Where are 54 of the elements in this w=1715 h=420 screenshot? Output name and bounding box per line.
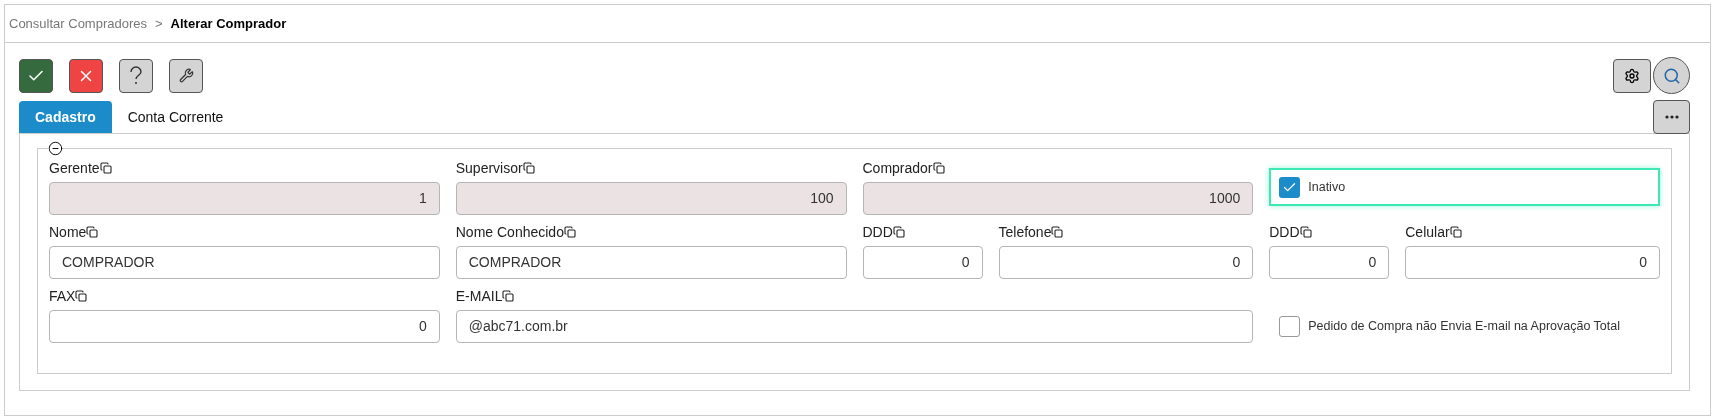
copy-icon[interactable] xyxy=(1449,226,1462,238)
more-icon xyxy=(1664,115,1679,119)
copy-icon[interactable] xyxy=(99,162,112,174)
field-label: DDD xyxy=(862,223,893,242)
copy-icon[interactable] xyxy=(892,226,905,238)
copy-icon[interactable] xyxy=(522,162,535,174)
breadcrumb-separator: > xyxy=(155,14,163,33)
cancel-button[interactable] xyxy=(69,58,103,93)
input-field[interactable]: 0 xyxy=(1269,246,1390,279)
field-label: DDD xyxy=(1269,223,1300,242)
input-field[interactable]: 100 xyxy=(455,182,847,215)
copy-icon[interactable] xyxy=(75,290,88,302)
field-label: FAX xyxy=(49,287,76,306)
copy-icon[interactable] xyxy=(1299,226,1312,238)
search-icon xyxy=(1662,66,1681,85)
tab[interactable]: Cadastro xyxy=(19,101,112,133)
input-field[interactable]: 0 xyxy=(49,310,440,343)
copy-icon[interactable] xyxy=(563,226,576,238)
input-field[interactable]: 0 xyxy=(998,246,1254,279)
tools-button[interactable] xyxy=(169,58,203,93)
input-field[interactable]: 1000 xyxy=(862,182,1254,215)
settings-button[interactable] xyxy=(1613,58,1651,93)
more-button[interactable] xyxy=(1653,100,1690,134)
field-label: Telefone xyxy=(998,223,1052,242)
field-label: Nome Conhecido xyxy=(455,223,564,242)
breadcrumb-link[interactable]: Consultar Compradores xyxy=(9,13,147,34)
confirm-button[interactable] xyxy=(19,58,53,93)
search-button[interactable] xyxy=(1653,57,1690,94)
field-label: Supervisor xyxy=(455,159,523,178)
field-label: Nome xyxy=(49,223,87,242)
input-field[interactable]: 0 xyxy=(862,246,983,279)
page-title: Alterar Comprador xyxy=(170,14,287,33)
copy-icon[interactable] xyxy=(1051,226,1064,238)
help-button[interactable] xyxy=(119,58,153,93)
checkbox[interactable] xyxy=(1279,316,1301,337)
input-field[interactable]: COMPRADOR xyxy=(49,246,440,279)
checkbox-label: Inativo xyxy=(1308,178,1346,196)
field-label: Celular xyxy=(1405,223,1450,242)
input-field[interactable]: @abc71.com.br xyxy=(455,310,1254,343)
wrench-icon xyxy=(178,68,194,83)
question-mark-icon xyxy=(129,65,143,86)
input-field[interactable]: COMPRADOR xyxy=(455,246,847,279)
copy-icon[interactable] xyxy=(86,226,99,238)
input-field[interactable]: 0 xyxy=(1405,246,1660,279)
field-label: Gerente xyxy=(49,159,100,178)
settings-icon xyxy=(1624,67,1640,84)
copy-icon[interactable] xyxy=(932,162,945,174)
checkbox[interactable] xyxy=(1279,176,1301,198)
copy-icon[interactable] xyxy=(502,290,515,302)
field-label: E-MAIL xyxy=(455,287,503,306)
checkbox-label: Pedido de Compra não Envia E-mail na Aprovação Total xyxy=(1308,318,1620,336)
collapse-icon[interactable] xyxy=(48,141,63,156)
field-label: Comprador xyxy=(862,159,933,178)
input-field[interactable]: 1 xyxy=(49,182,440,215)
